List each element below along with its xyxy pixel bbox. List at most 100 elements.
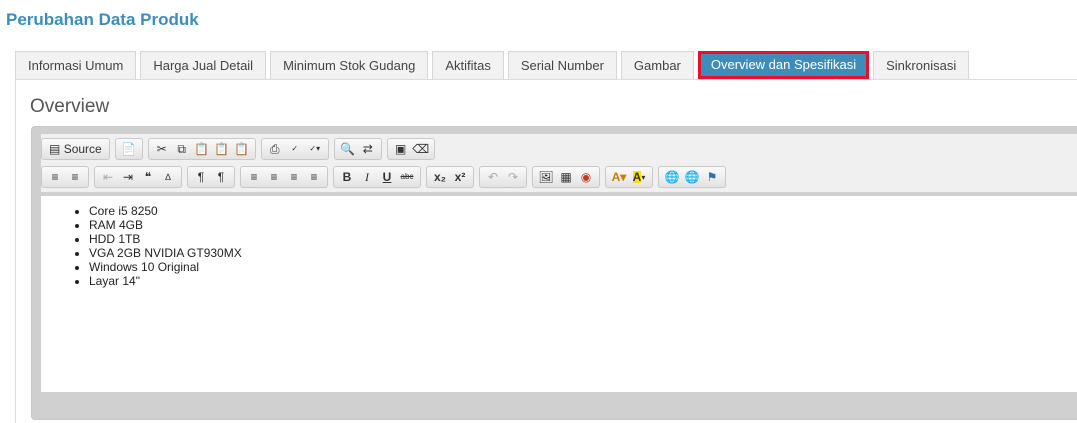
tab-bar: Informasi Umum Harga Jual Detail Minimum…: [15, 51, 973, 80]
align-center-button[interactable]: ≡: [265, 168, 283, 186]
list-item: RAM 4GB: [89, 218, 1077, 232]
bold-icon: B: [342, 170, 352, 184]
cut-button[interactable]: ✂: [153, 140, 171, 158]
source-button[interactable]: ▤ Source: [46, 140, 105, 158]
toolbar-row-1: ▤ Source 📄 ✂ ⧉ 📋 📋 📋 ⎙ ✓ ✓▾ 🔍 ⇄ ▣ ⌫: [41, 138, 440, 160]
list-item: HDD 1TB: [89, 232, 1077, 246]
indent-icon: ⇥: [122, 170, 134, 184]
spellcheck-dropdown-button[interactable]: ✓▾: [306, 140, 324, 158]
tab-informasi-umum[interactable]: Informasi Umum: [15, 51, 137, 79]
outdent-icon: ⇤: [102, 170, 114, 184]
outdent-button[interactable]: ⇤: [99, 168, 117, 186]
tab-aktifitas[interactable]: Aktifitas: [432, 51, 504, 79]
paste-button[interactable]: 📋: [193, 140, 211, 158]
div-button[interactable]: ∆: [159, 168, 177, 186]
subscript-button[interactable]: x₂: [431, 168, 449, 186]
print-button[interactable]: ⎙: [266, 140, 284, 158]
replace-button[interactable]: ⇄: [359, 140, 377, 158]
tab-sinkronisasi[interactable]: Sinkronisasi: [873, 51, 970, 79]
list-item: Layar 14": [89, 274, 1077, 288]
bold-button[interactable]: B: [338, 168, 356, 186]
table-button[interactable]: ▦: [557, 168, 575, 186]
link-button[interactable]: 🌐: [663, 168, 681, 186]
rtl-button[interactable]: ¶: [212, 168, 230, 186]
italic-icon: I: [365, 170, 369, 184]
find-button[interactable]: 🔍: [339, 140, 357, 158]
replace-icon: ⇄: [362, 142, 373, 156]
superscript-icon: x²: [454, 170, 466, 184]
text-color-icon: A▾: [611, 170, 627, 184]
undo-button[interactable]: ↶: [484, 168, 502, 186]
templates-button[interactable]: 📄: [120, 140, 138, 158]
ltr-button[interactable]: ¶: [192, 168, 210, 186]
paste-word-icon: 📋: [234, 142, 250, 156]
toolbar-row-2: ≡ ≡ ⇤ ⇥ ❝ ∆ ¶ ¶ ≡ ≡ ≡ ≡ B I U abc x₂ x² …: [41, 166, 731, 188]
remove-format-icon: ⌫: [412, 142, 430, 156]
bg-color-button[interactable]: A ▾: [630, 168, 648, 186]
copy-icon: ⧉: [177, 142, 186, 156]
blockquote-icon: ❝: [144, 170, 152, 184]
undo-icon: ↶: [487, 170, 499, 184]
align-left-button[interactable]: ≡: [245, 168, 263, 186]
rtl-icon: ¶: [217, 170, 225, 184]
align-right-icon: ≡: [290, 170, 298, 184]
copy-button[interactable]: ⧉: [173, 140, 191, 158]
templates-icon: 📄: [121, 142, 137, 156]
align-left-icon: ≡: [250, 170, 258, 184]
list-item: Windows 10 Original: [89, 260, 1077, 274]
align-center-icon: ≡: [270, 170, 278, 184]
image-icon: 🖼: [538, 170, 554, 184]
spellcheck-button[interactable]: ✓: [286, 140, 304, 158]
superscript-button[interactable]: x²: [451, 168, 469, 186]
paste-word-button[interactable]: 📋: [233, 140, 251, 158]
numbered-list-button[interactable]: ≡: [46, 168, 64, 186]
underline-icon: U: [382, 170, 392, 184]
tab-serial-number[interactable]: Serial Number: [507, 51, 617, 79]
spellcheck-dropdown-icon: ✓▾: [309, 144, 321, 153]
anchor-button[interactable]: ⚑: [703, 168, 721, 186]
tab-harga-jual-detail[interactable]: Harga Jual Detail: [140, 51, 267, 79]
div-icon: ∆: [165, 172, 171, 182]
remove-format-button[interactable]: ⌫: [412, 140, 430, 158]
select-all-icon: ▣: [395, 142, 407, 156]
tab-overview-dan-spesifikasi[interactable]: Overview dan Spesifikasi: [697, 51, 870, 79]
align-right-button[interactable]: ≡: [285, 168, 303, 186]
table-icon: ▦: [560, 170, 572, 184]
subscript-icon: x₂: [433, 170, 446, 184]
print-icon: ⎙: [269, 142, 280, 156]
paste-text-button[interactable]: 📋: [213, 140, 231, 158]
paste-text-icon: 📋: [214, 142, 230, 156]
link-icon: 🌐: [664, 170, 680, 184]
justify-button[interactable]: ≡: [305, 168, 323, 186]
select-all-button[interactable]: ▣: [392, 140, 410, 158]
indent-button[interactable]: ⇥: [119, 168, 137, 186]
bg-color-icon: A: [632, 170, 642, 184]
editor-status-bar: [41, 392, 1077, 414]
redo-button[interactable]: ↷: [504, 168, 522, 186]
list-item: Core i5 8250: [89, 204, 1077, 218]
spellcheck-icon: ✓: [291, 144, 299, 153]
bulleted-list-button[interactable]: ≡: [66, 168, 84, 186]
strike-button[interactable]: abc: [398, 168, 416, 186]
list-item: VGA 2GB NVIDIA GT930MX: [89, 246, 1077, 260]
blockquote-button[interactable]: ❝: [139, 168, 157, 186]
source-icon: ▤: [49, 142, 61, 156]
italic-button[interactable]: I: [358, 168, 376, 186]
unlink-icon: 🌐: [684, 170, 700, 184]
bulleted-list-icon: ≡: [71, 170, 79, 184]
text-color-button[interactable]: A▾: [610, 168, 628, 186]
underline-button[interactable]: U: [378, 168, 396, 186]
tab-gambar[interactable]: Gambar: [620, 51, 694, 79]
image-button[interactable]: 🖼: [537, 168, 555, 186]
unlink-button[interactable]: 🌐: [683, 168, 701, 186]
rich-text-editor: ▤ Source 📄 ✂ ⧉ 📋 📋 📋 ⎙ ✓ ✓▾ 🔍 ⇄ ▣ ⌫ ≡ ≡ …: [31, 126, 1077, 420]
anchor-icon: ⚑: [706, 170, 718, 184]
paste-icon: 📋: [194, 142, 210, 156]
tab-minimum-stok-gudang[interactable]: Minimum Stok Gudang: [270, 51, 429, 79]
page-title: Perubahan Data Produk: [6, 10, 199, 29]
find-icon: 🔍: [340, 142, 356, 156]
cut-icon: ✂: [156, 142, 167, 156]
flash-button[interactable]: ◉: [577, 168, 595, 186]
numbered-list-icon: ≡: [51, 170, 59, 184]
editor-content[interactable]: Core i5 8250 RAM 4GB HDD 1TB VGA 2GB NVI…: [41, 195, 1077, 392]
